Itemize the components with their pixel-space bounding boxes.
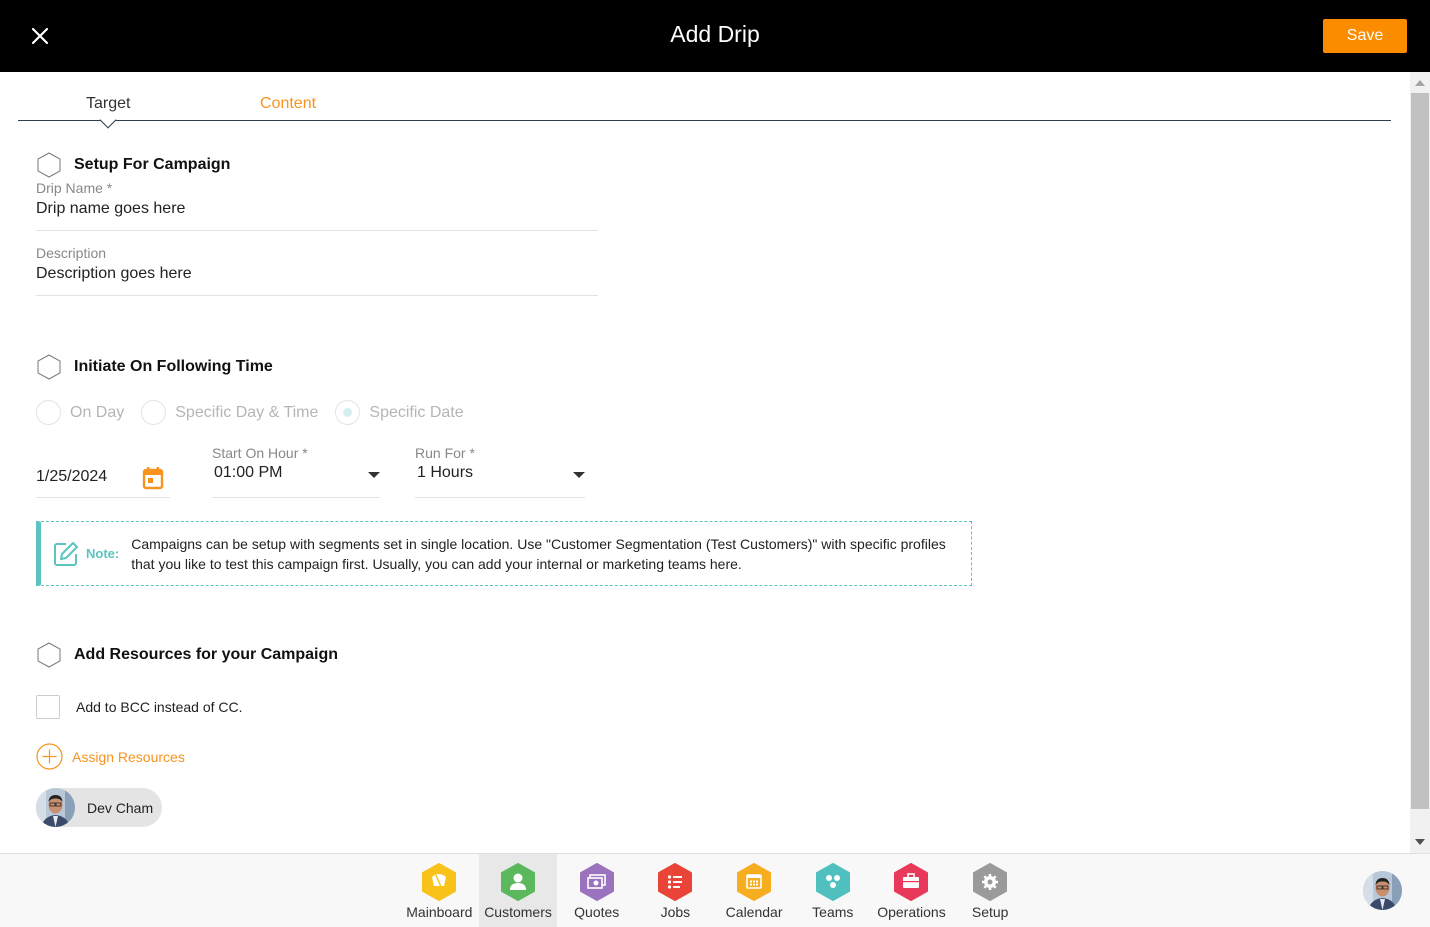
- description-field[interactable]: Description Description goes here: [36, 245, 598, 296]
- nav-label: Operations: [877, 904, 946, 920]
- nav-label: Calendar: [725, 904, 783, 920]
- bcc-checkbox-row[interactable]: Add to BCC instead of CC.: [36, 695, 243, 719]
- drip-name-field[interactable]: Drip Name * Drip name goes here: [36, 180, 598, 231]
- note-text: Campaigns can be setup with segments set…: [131, 535, 946, 572]
- nav-label: Mainboard: [406, 904, 473, 920]
- start-on-hour-select[interactable]: Start On Hour * 01:00 PM: [212, 445, 380, 498]
- teams-icon: [815, 863, 850, 901]
- date-input[interactable]: 1/25/2024: [36, 468, 107, 486]
- hexagon-icon: [37, 354, 61, 380]
- nav-label: Teams: [812, 904, 854, 920]
- run-for-label: Run For *: [415, 445, 475, 461]
- page-title: Add Drip: [670, 21, 760, 47]
- section-title: Initiate On Following Time: [74, 358, 273, 375]
- active-tab-indicator: [99, 111, 117, 129]
- scroll-down-arrow-icon[interactable]: [1415, 839, 1425, 845]
- section-title: Setup For Campaign: [74, 156, 231, 173]
- nav-items: Mainboard Customers Quotes Jobs Calendar Team…: [400, 854, 1030, 927]
- radio-circle[interactable]: [36, 400, 61, 425]
- drip-name-label: Drip Name *: [36, 180, 113, 196]
- start-on-hour-label: Start On Hour *: [212, 445, 308, 461]
- tab-content[interactable]: Content: [260, 95, 316, 113]
- setup-icon: [973, 863, 1008, 901]
- hexagon-icon: [37, 642, 61, 668]
- radio-on-day[interactable]: On Day: [36, 400, 124, 425]
- calendar-icon: [737, 863, 772, 901]
- description-input[interactable]: Description goes here: [36, 265, 598, 295]
- nav-item-calendar[interactable]: Calendar: [715, 854, 794, 927]
- assign-resources-label: Assign Resources: [72, 748, 185, 765]
- radio-circle[interactable]: [141, 400, 167, 425]
- save-button[interactable]: Save: [1323, 19, 1407, 53]
- assign-resources-button[interactable]: Assign Resources: [36, 743, 185, 770]
- customers-icon: [501, 863, 536, 901]
- nav-item-quotes[interactable]: Quotes: [557, 854, 636, 927]
- nav-item-setup[interactable]: Setup: [951, 854, 1030, 927]
- resource-name: Dev Cham: [87, 799, 154, 816]
- radio-circle-checked[interactable]: [335, 400, 361, 425]
- caret-down-icon: [368, 472, 380, 478]
- scroll-thumb[interactable]: [1411, 93, 1429, 809]
- bcc-checkbox[interactable]: [36, 695, 60, 719]
- main-content: Target Content Setup For Campaign Drip N…: [0, 72, 1410, 853]
- initiate-radio-group: On Day Specific Day & Time Specific Date: [36, 400, 481, 425]
- tab-bar: Target Content: [18, 72, 1391, 129]
- section-initiate-header: Initiate On Following Time: [36, 354, 273, 380]
- bcc-checkbox-label: Add to BCC instead of CC.: [76, 699, 243, 715]
- section-setup-header: Setup For Campaign: [36, 152, 230, 178]
- start-on-hour-value: 01:00 PM: [214, 464, 283, 481]
- radio-label: On Day: [70, 403, 125, 421]
- calendar-icon[interactable]: [142, 466, 164, 490]
- caret-down-icon: [573, 472, 585, 478]
- nav-item-teams[interactable]: Teams: [793, 854, 872, 927]
- date-field[interactable]: 1/25/2024: [36, 462, 170, 498]
- nav-label: Setup: [971, 904, 1009, 920]
- nav-label: Jobs: [660, 904, 691, 920]
- plus-circle-icon: [36, 743, 63, 770]
- section-resources-header: Add Resources for your Campaign: [36, 642, 338, 668]
- radio-label: Specific Date: [369, 403, 464, 421]
- vertical-scrollbar[interactable]: [1410, 72, 1430, 853]
- resource-chip[interactable]: Dev Cham: [36, 788, 162, 827]
- user-profile-avatar[interactable]: [1363, 871, 1402, 910]
- radio-label: Specific Day & Time: [175, 403, 319, 421]
- bottom-navigation: Mainboard Customers Quotes Jobs Calendar Team…: [0, 853, 1430, 927]
- edit-note-icon: [54, 541, 78, 566]
- scroll-up-arrow-icon[interactable]: [1415, 80, 1425, 86]
- nav-item-jobs[interactable]: Jobs: [636, 854, 715, 927]
- description-label: Description: [36, 245, 107, 261]
- radio-specific-date[interactable]: Specific Date: [335, 400, 464, 425]
- nav-item-mainboard[interactable]: Mainboard: [400, 854, 479, 927]
- avatar: [36, 788, 75, 827]
- note-box: Note: Campaigns can be setup with segmen…: [36, 521, 972, 586]
- nav-label: Quotes: [574, 904, 620, 920]
- top-bar: Add Drip Save: [0, 0, 1430, 72]
- run-for-value: 1 Hours: [417, 464, 474, 481]
- quotes-icon: [579, 863, 614, 901]
- nav-item-customers[interactable]: Customers: [478, 854, 558, 927]
- jobs-icon: [658, 863, 693, 901]
- section-title: Add Resources for your Campaign: [74, 646, 339, 663]
- run-for-select[interactable]: Run For * 1 Hours: [415, 445, 585, 498]
- mainboard-icon: [422, 863, 457, 901]
- hexagon-icon: [37, 152, 61, 178]
- tab-target[interactable]: Target: [86, 95, 130, 113]
- radio-specific-day-time[interactable]: Specific Day & Time: [141, 400, 318, 425]
- drip-name-input[interactable]: Drip name goes here: [36, 200, 598, 230]
- nav-label: Customers: [484, 904, 552, 920]
- note-label: Note:: [86, 546, 120, 561]
- nav-item-operations[interactable]: Operations: [872, 854, 951, 927]
- operations-icon: [894, 863, 929, 901]
